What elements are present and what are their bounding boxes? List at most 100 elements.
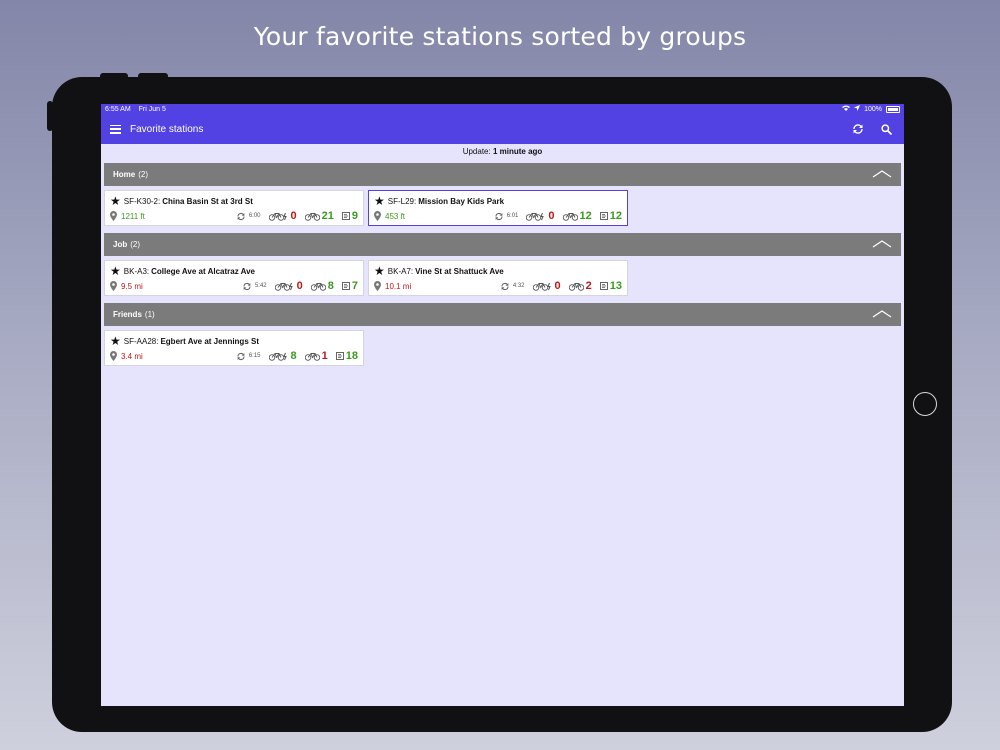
refresh-icon xyxy=(237,212,245,220)
station-name: Egbert Ave at Jennings St xyxy=(160,336,259,346)
dock-icon xyxy=(341,212,350,220)
update-label: Update: xyxy=(462,147,491,156)
station-code: SF-L29: xyxy=(387,196,417,206)
hamburger-icon[interactable] xyxy=(110,124,121,134)
star-icon[interactable]: ★ xyxy=(374,195,385,207)
star-icon[interactable]: ★ xyxy=(110,265,121,277)
groups-list: Home (2) ★ SF-K30-2: China Basin St at 3… xyxy=(101,163,904,370)
star-icon[interactable]: ★ xyxy=(374,265,385,277)
docks-metric: 13 xyxy=(599,280,622,292)
bikes-metric: 1 xyxy=(304,350,328,362)
bikes-metric: 8 xyxy=(310,280,334,292)
pin-icon xyxy=(110,211,117,221)
docks-metric: 7 xyxy=(341,280,358,292)
search-button[interactable] xyxy=(876,119,896,139)
station-group: Friends (1) ★ SF-AA28: Egbert Ave at Jen… xyxy=(101,303,904,370)
bikes-metric: 12 xyxy=(562,210,592,222)
power-button xyxy=(47,101,53,131)
station-card[interactable]: ★ SF-AA28: Egbert Ave at Jennings St 3.4… xyxy=(104,330,364,366)
last-update: 4:32 xyxy=(500,282,525,291)
volume-button xyxy=(138,73,168,79)
ebike-icon xyxy=(532,282,551,291)
wifi-icon xyxy=(842,105,851,113)
pin-icon xyxy=(374,281,381,291)
group-header[interactable]: Job (2) xyxy=(104,233,901,256)
station-distance: 3.4 mi xyxy=(121,351,143,361)
chevron-up-icon[interactable] xyxy=(872,169,892,180)
battery-icon xyxy=(886,105,900,113)
station-distance: 10.1 mi xyxy=(385,281,412,291)
ebike-icon xyxy=(274,282,293,291)
update-time: 4:32 xyxy=(512,283,525,289)
ebikes-count: 8 xyxy=(290,350,297,362)
update-time: 6:15 xyxy=(248,353,261,359)
dock-icon xyxy=(599,212,608,220)
ebikes-count: 0 xyxy=(290,210,297,222)
status-time: 6:55 AM xyxy=(105,105,131,113)
refresh-icon xyxy=(237,352,245,360)
dock-icon xyxy=(599,282,608,290)
last-update: 6:00 xyxy=(236,212,261,221)
station-card[interactable]: ★ BK-A3: College Ave at Alcatraz Ave 9.5… xyxy=(104,260,364,296)
docks-count: 7 xyxy=(351,280,358,292)
ebikes-metric: 0 xyxy=(268,210,297,222)
update-time: 6:00 xyxy=(248,213,261,219)
last-update: 5:42 xyxy=(242,282,267,291)
station-code: BK-A7: xyxy=(387,266,414,276)
station-card[interactable]: ★ SF-K30-2: China Basin St at 3rd St 121… xyxy=(104,190,364,226)
refresh-icon xyxy=(501,282,509,290)
dock-icon xyxy=(341,282,350,290)
group-count: (1) xyxy=(144,310,155,319)
refresh-icon xyxy=(495,212,503,220)
chevron-up-icon[interactable] xyxy=(872,239,892,250)
star-icon[interactable]: ★ xyxy=(110,195,121,207)
bike-icon xyxy=(304,352,320,361)
group-name: Job xyxy=(113,240,128,249)
refresh-icon xyxy=(853,124,863,134)
group-header[interactable]: Home (2) xyxy=(104,163,901,186)
toolbar-title: Favorite stations xyxy=(130,123,204,135)
promo-caption: Your favorite stations sorted by groups xyxy=(253,22,747,51)
ebike-icon xyxy=(526,212,545,221)
station-name: College Ave at Alcatraz Ave xyxy=(151,266,255,276)
battery-percent: 100% xyxy=(864,105,882,113)
star-icon[interactable]: ★ xyxy=(110,335,121,347)
group-count: (2) xyxy=(130,240,141,249)
pin-icon xyxy=(110,351,117,361)
update-time: 6:01 xyxy=(506,213,519,219)
search-icon xyxy=(880,123,892,135)
group-cards: ★ SF-AA28: Egbert Ave at Jennings St 3.4… xyxy=(101,326,904,370)
ebikes-count: 0 xyxy=(554,280,561,292)
station-card[interactable]: ★ BK-A7: Vine St at Shattuck Ave 10.1 mi… xyxy=(368,260,628,296)
update-value: 1 minute ago xyxy=(492,147,543,156)
location-arrow-icon xyxy=(854,105,861,113)
group-name: Home xyxy=(113,170,136,179)
docks-count: 12 xyxy=(609,210,622,222)
station-card[interactable]: ★ SF-L29: Mission Bay Kids Park 453 ft 6… xyxy=(368,190,628,226)
volume-button xyxy=(100,73,128,79)
chevron-up-icon[interactable] xyxy=(872,309,892,320)
docks-count: 9 xyxy=(351,210,358,222)
group-name: Friends xyxy=(113,310,142,319)
bike-icon xyxy=(568,282,584,291)
docks-count: 18 xyxy=(345,350,358,362)
ebikes-metric: 0 xyxy=(532,280,561,292)
bikes-metric: 2 xyxy=(568,280,592,292)
station-code: BK-A3: xyxy=(123,266,150,276)
refresh-button[interactable] xyxy=(848,119,868,139)
ebikes-metric: 0 xyxy=(526,210,555,222)
station-name: Vine St at Shattuck Ave xyxy=(415,266,504,276)
bike-icon xyxy=(310,282,326,291)
docks-metric: 12 xyxy=(599,210,622,222)
home-button[interactable] xyxy=(913,392,937,416)
group-cards: ★ SF-K30-2: China Basin St at 3rd St 121… xyxy=(101,186,904,230)
status-bar: 6:55 AM Fri Jun 5 100% xyxy=(101,104,904,114)
ebike-icon xyxy=(268,352,287,361)
bikes-count: 12 xyxy=(579,210,592,222)
station-code: SF-K30-2: xyxy=(123,196,161,206)
station-distance: 9.5 mi xyxy=(121,281,143,291)
group-header[interactable]: Friends (1) xyxy=(104,303,901,326)
ebikes-count: 0 xyxy=(296,280,303,292)
station-distance: 1211 ft xyxy=(121,211,145,221)
ebikes-metric: 0 xyxy=(274,280,303,292)
